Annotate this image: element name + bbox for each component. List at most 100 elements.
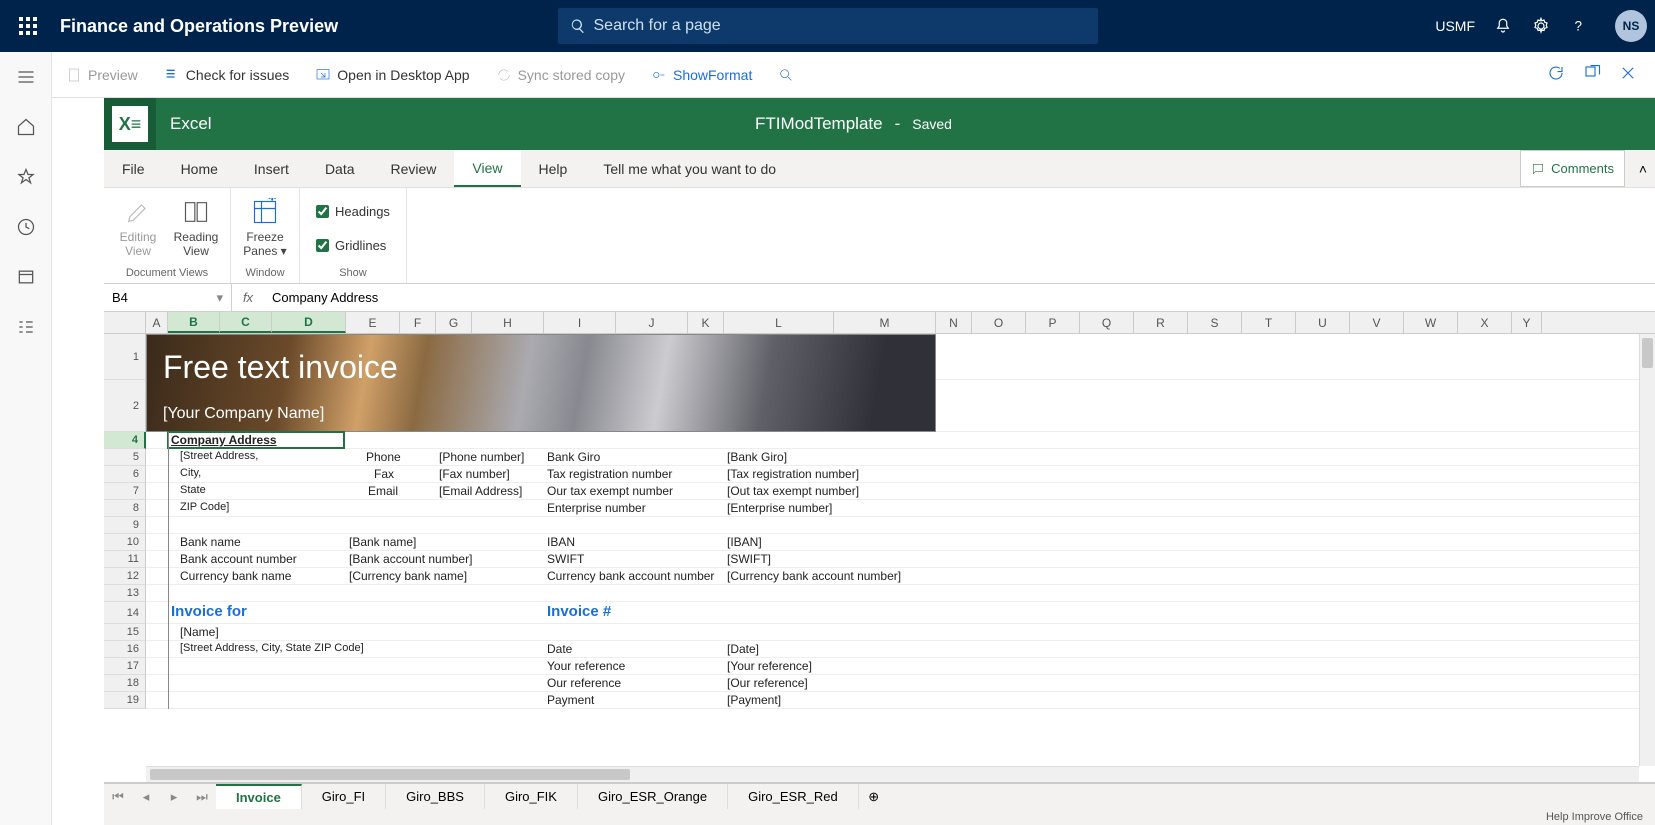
row-header[interactable]: 8 — [104, 500, 146, 517]
help-icon[interactable]: ? — [1569, 16, 1589, 36]
row-header[interactable]: 15 — [104, 624, 146, 641]
ribbon-tab-home[interactable]: Home — [163, 150, 236, 187]
row-header[interactable]: 14 — [104, 602, 146, 624]
column-header[interactable]: O — [972, 312, 1026, 333]
column-header[interactable]: J — [616, 312, 688, 333]
check-issues-button[interactable]: Check for issues — [158, 63, 295, 87]
fx-icon[interactable]: fx — [232, 290, 264, 305]
row-header[interactable]: 18 — [104, 675, 146, 692]
select-all-corner[interactable] — [104, 312, 146, 333]
row-header[interactable]: 7 — [104, 483, 146, 500]
name-box[interactable]: B4▾ — [104, 284, 232, 311]
sheet-nav-prev-icon[interactable]: ◂ — [132, 784, 160, 809]
column-header[interactable]: Y — [1512, 312, 1542, 333]
row-header[interactable]: 12 — [104, 568, 146, 585]
row-header[interactable]: 1 — [104, 334, 146, 380]
row-header[interactable]: 5 — [104, 449, 146, 466]
grid-body[interactable]: 1245678910111213141516171819Free text in… — [104, 334, 1639, 766]
freeze-panes-button[interactable]: ✱ Freeze Panes ▾ — [241, 192, 289, 265]
column-header[interactable]: A — [146, 312, 168, 333]
column-header[interactable]: U — [1296, 312, 1350, 333]
row-header[interactable]: 13 — [104, 585, 146, 602]
ribbon-tab-review[interactable]: Review — [373, 150, 455, 187]
row-header[interactable]: 6 — [104, 466, 146, 483]
company-code[interactable]: USMF — [1435, 18, 1475, 34]
recent-icon[interactable] — [15, 216, 37, 238]
ribbon-tab-file[interactable]: File — [104, 150, 163, 187]
column-header[interactable]: Q — [1080, 312, 1134, 333]
vertical-scrollbar[interactable] — [1639, 334, 1655, 766]
left-nav-rail — [0, 52, 52, 825]
sheet-tab-giro_esr_orange[interactable]: Giro_ESR_Orange — [578, 784, 728, 809]
horizontal-scrollbar[interactable] — [146, 766, 1639, 782]
column-header[interactable]: I — [544, 312, 616, 333]
search-cmd-icon[interactable] — [772, 63, 800, 87]
excel-file-name[interactable]: FTIModTemplate — [755, 114, 883, 134]
column-header[interactable]: H — [472, 312, 544, 333]
add-sheet-icon[interactable]: ⊕ — [859, 784, 889, 809]
column-header[interactable]: M — [834, 312, 936, 333]
search-input[interactable]: Search for a page — [558, 8, 1098, 44]
sheet-nav-first-icon[interactable]: ⏮ — [104, 784, 132, 809]
column-header[interactable]: N — [936, 312, 972, 333]
modules-icon[interactable] — [15, 316, 37, 338]
column-header[interactable]: W — [1404, 312, 1458, 333]
row-header[interactable]: 9 — [104, 517, 146, 534]
popout-icon[interactable] — [1583, 64, 1601, 85]
sheet-tab-giro_fi[interactable]: Giro_FI — [302, 784, 386, 809]
gear-icon[interactable] — [1531, 16, 1551, 36]
hamburger-icon[interactable] — [15, 66, 37, 88]
ribbon-tab-data[interactable]: Data — [307, 150, 373, 187]
app-launcher-icon[interactable] — [8, 6, 48, 46]
avatar[interactable]: NS — [1615, 10, 1647, 42]
column-header[interactable]: D — [272, 312, 346, 333]
column-header[interactable]: S — [1188, 312, 1242, 333]
column-header[interactable]: C — [220, 312, 272, 333]
sheet-tab-giro_bbs[interactable]: Giro_BBS — [386, 784, 485, 809]
sheet-nav-next-icon[interactable]: ▸ — [160, 784, 188, 809]
ribbon-tab-tell-me-what-you-want-to-do[interactable]: Tell me what you want to do — [585, 150, 794, 187]
comments-button[interactable]: Comments — [1520, 150, 1625, 187]
column-header[interactable]: B — [168, 312, 220, 333]
open-desktop-button[interactable]: Open in Desktop App — [309, 63, 475, 87]
row-header[interactable]: 19 — [104, 692, 146, 709]
reading-view-button[interactable]: Reading View — [172, 192, 220, 265]
sheet-tab-giro_esr_red[interactable]: Giro_ESR_Red — [728, 784, 859, 809]
refresh-icon[interactable] — [1547, 64, 1565, 85]
column-header[interactable]: F — [400, 312, 436, 333]
headings-checkbox[interactable]: Headings — [316, 200, 390, 224]
row-header[interactable]: 16 — [104, 641, 146, 658]
column-header[interactable]: E — [346, 312, 400, 333]
column-header[interactable]: T — [1242, 312, 1296, 333]
row-header[interactable]: 10 — [104, 534, 146, 551]
row-header[interactable]: 2 — [104, 380, 146, 432]
ribbon-tab-help[interactable]: Help — [521, 150, 586, 187]
spreadsheet-grid[interactable]: ABCDEFGHIJKLMNOPQRSTUVWXY 12456789101112… — [104, 312, 1655, 783]
column-header[interactable]: P — [1026, 312, 1080, 333]
column-header[interactable]: V — [1350, 312, 1404, 333]
column-header[interactable]: K — [688, 312, 724, 333]
formula-input[interactable]: Company Address — [264, 290, 1655, 305]
column-headers[interactable]: ABCDEFGHIJKLMNOPQRSTUVWXY — [104, 312, 1655, 334]
column-header[interactable]: R — [1134, 312, 1188, 333]
ribbon-tab-insert[interactable]: Insert — [236, 150, 307, 187]
column-header[interactable]: X — [1458, 312, 1512, 333]
sheet-tab-giro_fik[interactable]: Giro_FIK — [485, 784, 578, 809]
row-header[interactable]: 17 — [104, 658, 146, 675]
close-icon[interactable] — [1619, 64, 1637, 85]
home-icon[interactable] — [15, 116, 37, 138]
star-icon[interactable] — [15, 166, 37, 188]
show-format-button[interactable]: ShowFormat — [645, 63, 758, 87]
sheet-nav-last-icon[interactable]: ⏭ — [188, 784, 216, 809]
column-header[interactable]: L — [724, 312, 834, 333]
workspace-icon[interactable] — [15, 266, 37, 288]
preview-button[interactable]: Preview — [60, 63, 144, 87]
collapse-ribbon-icon[interactable]: ˄ — [1631, 150, 1655, 187]
row-header[interactable]: 4 — [104, 432, 146, 449]
bell-icon[interactable] — [1493, 16, 1513, 36]
gridlines-checkbox[interactable]: Gridlines — [316, 234, 390, 258]
ribbon-tab-view[interactable]: View — [454, 150, 520, 187]
sheet-tab-invoice[interactable]: Invoice — [216, 784, 302, 809]
column-header[interactable]: G — [436, 312, 472, 333]
row-header[interactable]: 11 — [104, 551, 146, 568]
